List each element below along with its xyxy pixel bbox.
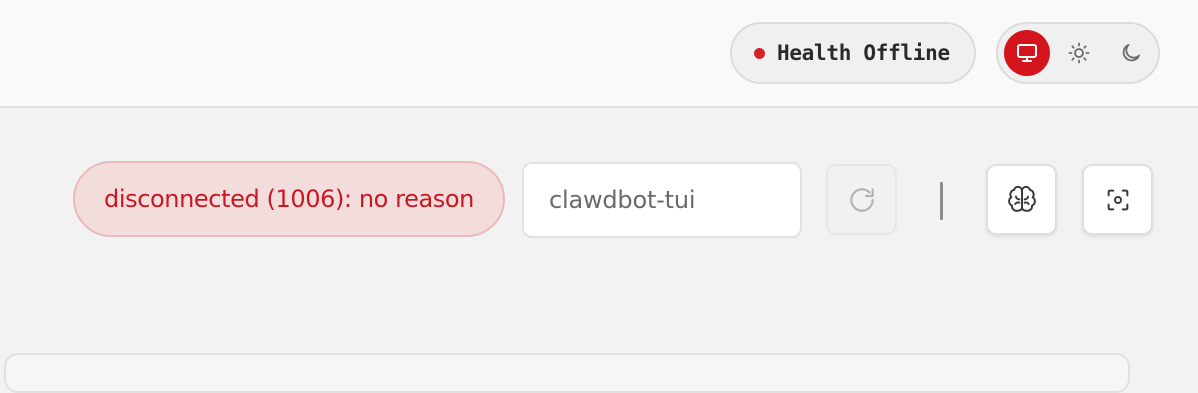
sun-icon (1068, 42, 1090, 64)
theme-system-button[interactable] (1004, 30, 1050, 76)
refresh-icon (849, 187, 874, 212)
moon-icon (1122, 44, 1140, 62)
brain-icon (1007, 185, 1036, 212)
thinking-toggle-button[interactable] (986, 164, 1057, 235)
monitor-icon (1017, 44, 1037, 62)
focus-icon (1107, 189, 1128, 210)
connection-error-badge: disconnected (1006): no reason (73, 161, 505, 237)
toolbar-divider (940, 182, 943, 220)
chat-panel (4, 353, 1130, 393)
top-bar: Health Offline (0, 0, 1198, 108)
focus-mode-button[interactable] (1082, 164, 1153, 235)
theme-light-button[interactable] (1056, 30, 1102, 76)
health-status-label: Health Offline (777, 41, 950, 65)
health-status-dot (754, 47, 765, 59)
session-key-input[interactable] (522, 162, 802, 238)
health-status-pill[interactable]: Health Offline (730, 22, 976, 84)
refresh-button[interactable] (826, 164, 897, 235)
theme-switcher (996, 22, 1160, 84)
theme-dark-button[interactable] (1108, 30, 1154, 76)
